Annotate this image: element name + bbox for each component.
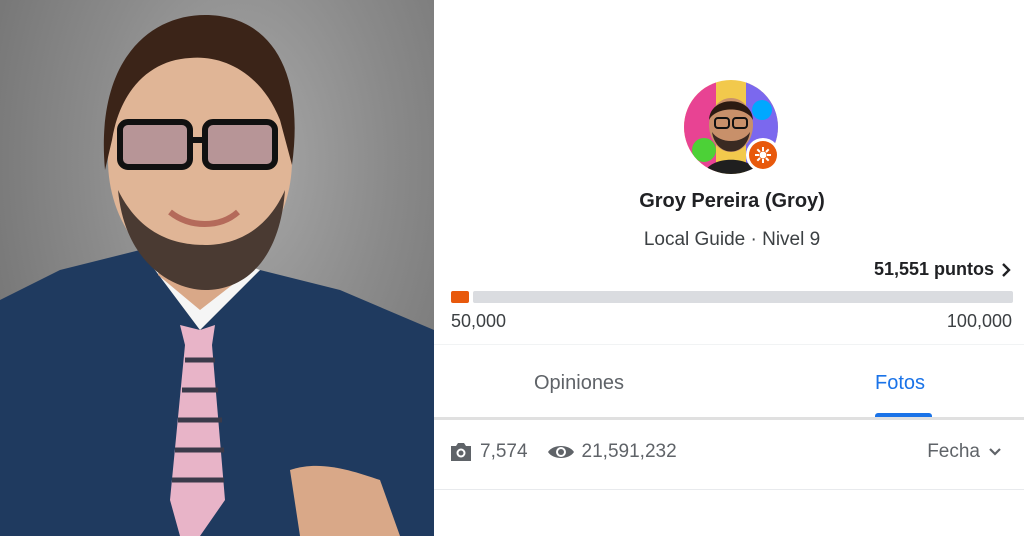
views-count: 21,591,232 [581, 441, 677, 462]
divider [434, 489, 1024, 490]
profile-level: Local Guide · Nivel 9 [643, 229, 821, 250]
avatar-container[interactable] [684, 80, 780, 174]
views-stat: 21,591,232 [546, 441, 677, 463]
profile-name: Groy Pereira (Groy) [639, 190, 825, 212]
tab-fotos[interactable]: Fotos [875, 372, 925, 395]
level-progress-bar [451, 291, 1013, 303]
chevron-down-icon [989, 448, 1001, 456]
progress-track [473, 291, 1013, 303]
tabs-divider [434, 417, 1024, 420]
points-label: 51,551 puntos [873, 259, 994, 279]
sort-dropdown[interactable]: Fecha [927, 441, 1002, 463]
progress-max-label: 100,000 [946, 311, 1012, 331]
divider [434, 344, 1024, 345]
photos-count: 7,574 [480, 441, 528, 462]
camera-icon [451, 443, 471, 461]
photo-stats: 7,574 21,591,232 [448, 441, 695, 463]
portrait-photo [0, 0, 434, 536]
photos-stat: 7,574 [448, 441, 528, 463]
progress-min-label: 50,000 [451, 311, 507, 331]
tab-opiniones[interactable]: Opiniones [534, 372, 624, 395]
profile-panel: Groy Pereira (Groy) Local Guide · Nivel … [434, 0, 1024, 536]
progress-fill [451, 291, 469, 303]
eye-icon [547, 446, 574, 458]
sort-label: Fecha [927, 441, 980, 462]
points-link[interactable]: 51,551 puntos [874, 259, 1012, 280]
chevron-right-icon [1002, 262, 1011, 277]
local-guide-badge-icon [746, 138, 780, 172]
